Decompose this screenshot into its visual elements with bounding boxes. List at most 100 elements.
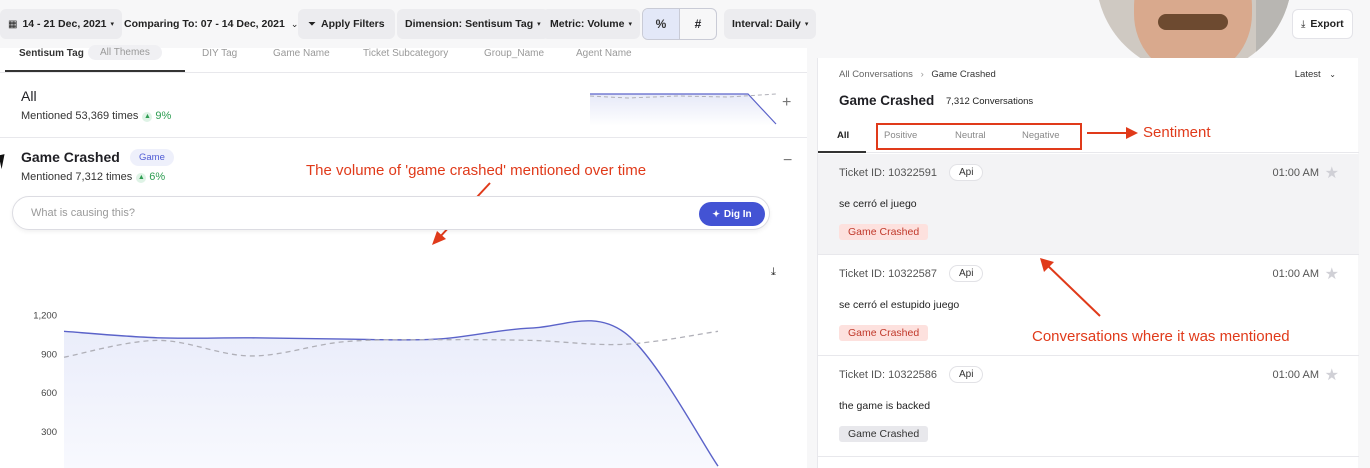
tag-chip[interactable]: Game Crashed xyxy=(839,426,929,442)
game-crashed-title[interactable]: Game Crashed xyxy=(21,149,120,165)
conversation-item[interactable]: Ticket ID: 10322586 Api 01:00 AM ★ the g… xyxy=(818,356,1359,457)
annotation-volume: The volume of 'game crashed' mentioned o… xyxy=(306,162,647,179)
all-mentioned-text: Mentioned 53,369 times xyxy=(21,110,139,122)
tab-group-name[interactable]: Group_Name xyxy=(484,48,544,59)
filter-icon: ⏷ xyxy=(308,18,316,30)
divider xyxy=(0,137,807,138)
game-crashed-mentioned: Mentioned 7,312 times ▲ 6% xyxy=(21,171,165,183)
y-tick-label: 300 xyxy=(41,427,57,438)
interval-dropdown[interactable]: Interval: Daily ▾ xyxy=(724,9,817,39)
comparison-picker[interactable]: Comparing To: 07 - 14 Dec, 2021 ⌄ xyxy=(124,9,298,39)
apply-filters-label: Apply Filters xyxy=(321,18,385,30)
collapse-minus-icon[interactable]: − xyxy=(783,152,792,170)
ask-input[interactable]: What is causing this? xyxy=(31,207,135,219)
comparison-label: Comparing To: 07 - 14 Dec, 2021 xyxy=(124,18,285,30)
star-icon[interactable]: ★ xyxy=(1325,365,1339,385)
star-icon[interactable]: ★ xyxy=(1325,264,1339,284)
star-icon[interactable]: ★ xyxy=(1325,163,1339,183)
breadcrumb-current: Game Crashed xyxy=(931,69,996,80)
sparkle-icon: ✦ xyxy=(712,208,720,219)
download-icon: ⤓ xyxy=(1301,18,1306,30)
chevron-right-icon: › xyxy=(920,69,924,80)
annotation-sentiment: Sentiment xyxy=(1143,124,1211,141)
y-tick-label: 900 xyxy=(41,349,57,360)
caret-down-icon: ▾ xyxy=(628,21,632,28)
all-row-title[interactable]: All xyxy=(21,88,37,104)
all-change: 9% xyxy=(155,110,172,122)
all-row-mentioned: Mentioned 53,369 times ▲ 9% xyxy=(21,110,171,122)
expand-plus-icon[interactable]: + xyxy=(782,94,791,112)
metric-dropdown[interactable]: Metric: Volume ▾ xyxy=(542,9,640,39)
series-area xyxy=(64,320,718,468)
conversation-text: se cerró el juego xyxy=(839,198,917,210)
tab-agent-name[interactable]: Agent Name xyxy=(576,48,632,59)
sparkline-area xyxy=(590,94,776,126)
all-sparkline xyxy=(589,93,777,126)
export-button[interactable]: ⤓ Export xyxy=(1292,9,1353,39)
tag-chip[interactable]: Game Crashed xyxy=(839,325,929,341)
dimension-tabs: Sentisum Tag All Themes DIY Tag Game Nam… xyxy=(0,45,807,72)
conversations-arrow xyxy=(1040,258,1101,317)
trend-up-icon: ▲ xyxy=(136,173,147,183)
sentiment-arrow-head xyxy=(1126,127,1138,139)
conversation-time: 01:00 AM xyxy=(1272,369,1319,381)
date-range-label: 14 - 21 Dec, 2021 xyxy=(22,18,107,30)
ticket-id: Ticket ID: 10322586 xyxy=(839,369,938,381)
divider xyxy=(0,72,807,73)
calendar-icon: ▦ xyxy=(8,18,18,30)
chevron-down-icon: ▾ xyxy=(110,21,115,28)
ticket-id: Ticket ID: 10322591 xyxy=(839,167,938,179)
source-badge: Api xyxy=(949,164,984,181)
breadcrumb: All Conversations › Game Crashed xyxy=(839,69,996,80)
tag-chip[interactable]: Game Crashed xyxy=(839,224,929,240)
tab-diy-tag[interactable]: DIY Tag xyxy=(202,48,237,59)
tab-ticket-subcategory[interactable]: Ticket Subcategory xyxy=(363,48,448,59)
count-toggle[interactable]: # xyxy=(680,9,716,39)
sort-dropdown[interactable]: Latest ⌄ xyxy=(1295,69,1336,80)
annotation-conversations: Conversations where it was mentioned xyxy=(1032,328,1290,345)
y-tick-label: 600 xyxy=(41,388,57,399)
conversation-item[interactable]: Ticket ID: 10322591 Api 01:00 AM ★ se ce… xyxy=(818,154,1359,255)
percent-toggle[interactable]: % xyxy=(643,9,680,39)
gc-mentioned-text: Mentioned 7,312 times xyxy=(21,171,133,183)
y-tick-label: 1,200 xyxy=(33,310,57,321)
panel-title: Game Crashed xyxy=(839,93,935,108)
sort-label: Latest xyxy=(1294,69,1321,80)
themes-panel: Sentisum Tag All Themes DIY Tag Game Nam… xyxy=(0,45,807,468)
volume-chart: 1,20090060030014 Dec15 Dec16 Dec17 Dec18… xyxy=(33,310,719,468)
interval-label: Interval: Daily xyxy=(732,18,801,30)
dimension-dropdown[interactable]: Dimension: Sentisum Tag ▾ xyxy=(397,9,549,39)
tab-sentisum-tag[interactable]: Sentisum Tag xyxy=(19,48,84,59)
gc-change: 6% xyxy=(149,171,166,183)
sentiment-arrow-shaft xyxy=(1087,132,1129,134)
apply-filters-button[interactable]: ⏷ Apply Filters xyxy=(298,9,395,39)
tab-all-themes[interactable]: All Themes xyxy=(88,45,162,60)
caret-down-icon: ▾ xyxy=(537,21,541,28)
conversation-text: se cerró el estupido juego xyxy=(839,299,960,311)
category-badge: Game xyxy=(130,149,174,166)
caret-down-icon: ▾ xyxy=(804,21,809,28)
export-label: Export xyxy=(1310,18,1344,30)
percent-count-toggle: % # xyxy=(642,8,717,40)
active-tab-indicator xyxy=(818,151,866,153)
date-range-picker[interactable]: ▦ 14 - 21 Dec, 2021 ▾ xyxy=(0,9,123,39)
source-badge: Api xyxy=(949,265,984,282)
conversations-panel: All Conversations › Game Crashed Latest … xyxy=(817,58,1359,468)
metric-label: Metric: Volume xyxy=(550,18,625,30)
arrow-shaft xyxy=(1045,263,1101,317)
tab-all[interactable]: All xyxy=(837,130,849,141)
trend-up-icon: ▲ xyxy=(142,112,153,122)
breadcrumb-root[interactable]: All Conversations xyxy=(839,69,913,80)
sentiment-highlight-box xyxy=(876,123,1082,150)
dimension-label: Dimension: Sentisum Tag xyxy=(405,18,534,30)
presenter-mustache xyxy=(1158,14,1228,30)
ask-box: What is causing this? ✦ Dig In xyxy=(12,196,770,230)
conversation-count: 7,312 Conversations xyxy=(946,96,1034,107)
dig-in-button[interactable]: ✦ Dig In xyxy=(699,202,765,226)
tab-game-name[interactable]: Game Name xyxy=(273,48,330,59)
conversation-text: the game is backed xyxy=(839,400,931,412)
conversation-time: 01:00 AM xyxy=(1272,167,1319,179)
chevron-down-icon: ⌄ xyxy=(1329,70,1336,79)
dig-in-label: Dig In xyxy=(723,208,752,220)
source-badge: Api xyxy=(949,366,984,383)
